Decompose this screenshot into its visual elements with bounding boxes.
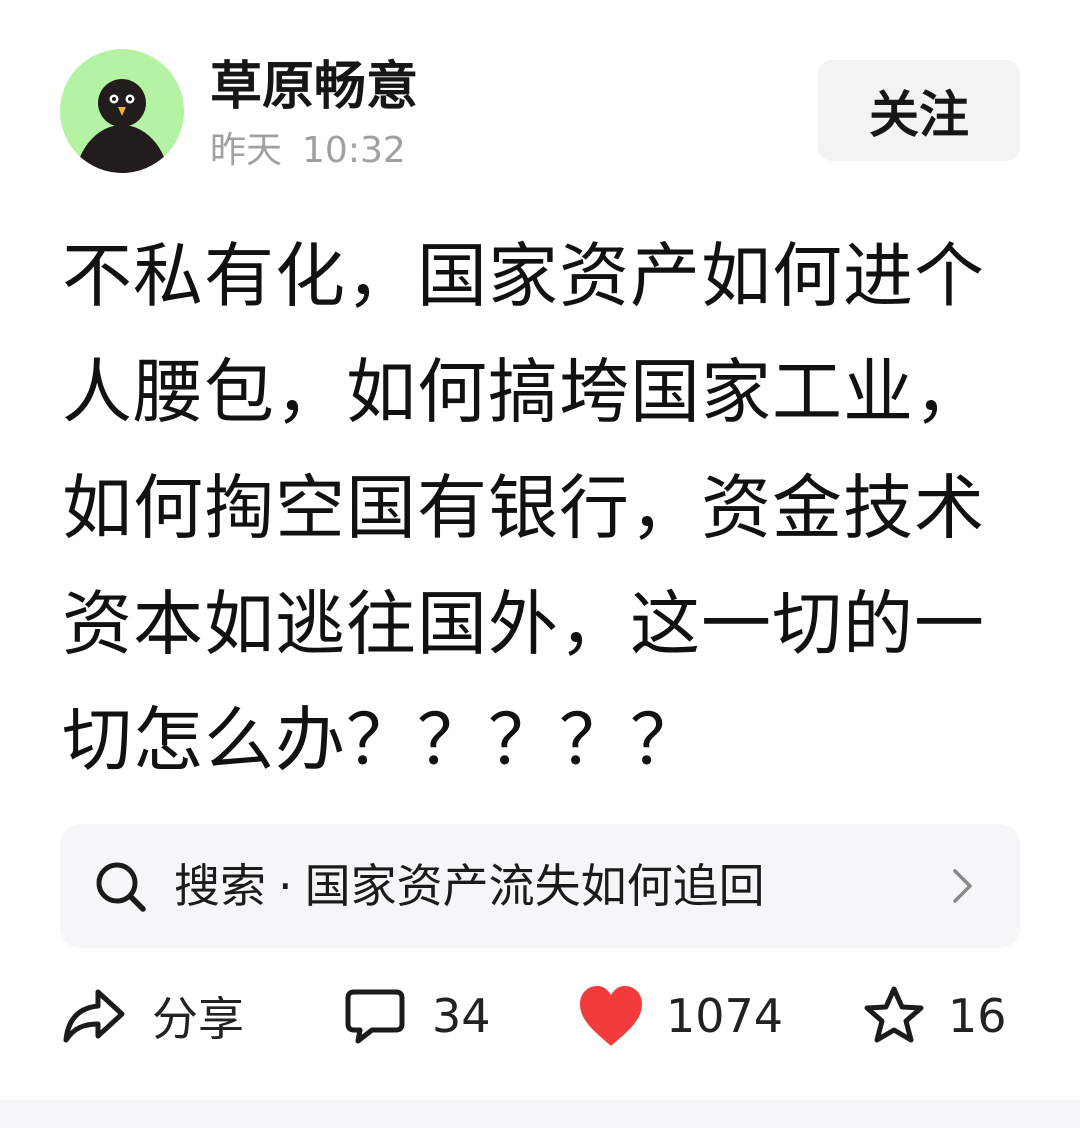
post-page: 草原畅意 昨天 10:32 关注 不私有化，国家资产如何进个人腰包，如何搞垮国家工… (0, 0, 1080, 1128)
search-suggestion-bar[interactable]: 搜索 · 国家资产流失如何追回 (60, 824, 1020, 948)
favorite-count: 16 (948, 989, 1007, 1043)
star-icon (864, 986, 924, 1043)
post-timestamp: 昨天 10:32 (210, 128, 406, 174)
share-icon (63, 989, 125, 1043)
share-label: 分享 (152, 992, 244, 1046)
like-count: 1074 (666, 989, 784, 1043)
comment-button[interactable]: 34 (344, 976, 491, 1056)
chevron-right-icon (953, 869, 972, 903)
avatar-bird-image (60, 49, 184, 173)
bottom-divider (0, 1100, 1080, 1128)
post-time-clock: 10:32 (302, 130, 406, 171)
comment-icon (345, 989, 405, 1044)
author-name[interactable]: 草原畅意 (210, 55, 418, 119)
favorite-button[interactable]: 16 (862, 976, 1007, 1056)
share-button[interactable]: 分享 (62, 976, 244, 1056)
like-button[interactable]: 1074 (578, 976, 783, 1056)
search-prefix: 搜索 (174, 859, 266, 913)
comment-count: 34 (432, 989, 491, 1043)
search-separator: · (278, 859, 293, 913)
search-icon (96, 862, 146, 912)
search-suggestion-text: 搜索 · 国家资产流失如何追回 (174, 824, 765, 948)
post-text: 不私有化，国家资产如何进个人腰包，如何搞垮国家工业，如何掏空国有银行，资金技术资… (62, 235, 985, 781)
follow-button[interactable]: 关注 (818, 60, 1020, 161)
search-query: 国家资产流失如何追回 (304, 859, 765, 913)
heart-icon (580, 986, 642, 1046)
post-time-day: 昨天 (210, 130, 283, 171)
avatar[interactable] (60, 49, 184, 173)
action-bar: 分享 34 1074 16 (0, 976, 1080, 1056)
